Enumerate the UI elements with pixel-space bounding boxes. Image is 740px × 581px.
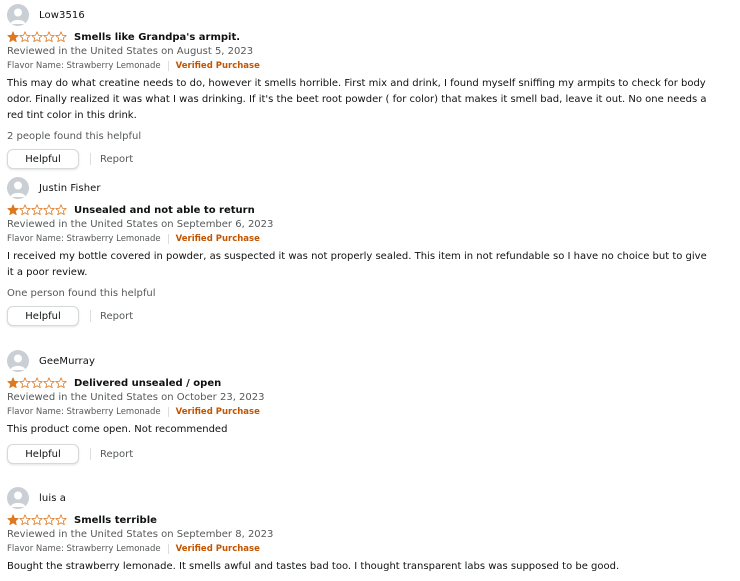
reviewer-profile[interactable]: luis a <box>7 487 736 509</box>
star-empty-icon <box>31 31 43 43</box>
flavor-name[interactable]: Flavor Name: Strawberry Lemonade <box>7 59 161 73</box>
star-empty-icon <box>31 204 43 216</box>
review-title[interactable]: Smells terrible <box>74 515 157 526</box>
star-empty-icon <box>19 31 31 43</box>
reviewer-profile[interactable]: Justin Fisher <box>7 177 736 199</box>
review-body: I received my bottle covered in powder, … <box>7 251 707 278</box>
review-date: Reviewed in the United States on Septemb… <box>7 529 274 540</box>
report-link[interactable]: Report <box>100 154 133 165</box>
review-title[interactable]: Smells like Grandpa's armpit. <box>74 32 240 43</box>
reviewer-profile[interactable]: GeeMurray <box>7 350 736 372</box>
review-body: This product come open. Not recommended <box>7 424 228 435</box>
star-empty-icon <box>19 204 31 216</box>
star-empty-icon <box>55 514 67 526</box>
divider <box>90 448 91 460</box>
reviewer-name[interactable]: Low3516 <box>39 10 85 21</box>
reviewer-name[interactable]: GeeMurray <box>39 356 95 367</box>
star-filled-icon <box>7 204 19 216</box>
divider <box>167 407 169 417</box>
star-rating[interactable] <box>7 31 67 43</box>
flavor-name[interactable]: Flavor Name: Strawberry Lemonade <box>7 405 161 419</box>
reviewer-name[interactable]: Justin Fisher <box>39 183 101 194</box>
review-item: GeeMurray Delivered unsealed / open Revi… <box>7 350 736 464</box>
star-filled-icon <box>7 514 19 526</box>
star-empty-icon <box>55 377 67 389</box>
review-title[interactable]: Delivered unsealed / open <box>74 378 221 389</box>
divider <box>167 61 169 71</box>
star-empty-icon <box>55 31 67 43</box>
review-body: Bought the strawberry lemonade. It smell… <box>7 561 620 572</box>
divider <box>90 153 91 165</box>
star-empty-icon <box>31 377 43 389</box>
helpful-count: One person found this helpful <box>7 288 156 299</box>
verified-purchase-badge: Verified Purchase <box>175 407 260 417</box>
helpful-button[interactable]: Helpful <box>7 306 79 326</box>
report-link[interactable]: Report <box>100 311 133 322</box>
verified-purchase-badge: Verified Purchase <box>175 234 260 244</box>
divider <box>167 234 169 244</box>
review-item: luis a Smells terrible Reviewed in the U… <box>7 487 736 575</box>
helpful-button[interactable]: Helpful <box>7 444 79 464</box>
review-item: Low3516 Smells like Grandpa's armpit. Re… <box>7 4 736 169</box>
review-title[interactable]: Unsealed and not able to return <box>74 205 255 216</box>
avatar[interactable] <box>7 350 29 372</box>
flavor-name[interactable]: Flavor Name: Strawberry Lemonade <box>7 542 161 556</box>
star-empty-icon <box>31 514 43 526</box>
divider <box>167 544 169 554</box>
helpful-button[interactable]: Helpful <box>7 149 79 169</box>
verified-purchase-badge: Verified Purchase <box>175 61 260 71</box>
star-empty-icon <box>43 31 55 43</box>
star-empty-icon <box>43 514 55 526</box>
divider <box>90 310 91 322</box>
avatar[interactable] <box>7 4 29 26</box>
star-filled-icon <box>7 377 19 389</box>
reviewer-name[interactable]: luis a <box>39 493 66 504</box>
review-date: Reviewed in the United States on October… <box>7 392 265 403</box>
star-empty-icon <box>19 377 31 389</box>
review-date: Reviewed in the United States on Septemb… <box>7 219 274 230</box>
avatar[interactable] <box>7 487 29 509</box>
report-link[interactable]: Report <box>100 449 133 460</box>
helpful-count: 2 people found this helpful <box>7 131 142 142</box>
review-item: Justin Fisher Unsealed and not able to r… <box>7 177 736 326</box>
star-filled-icon <box>7 31 19 43</box>
star-rating[interactable] <box>7 514 67 526</box>
review-body: This may do what creatine needs to do, h… <box>7 78 707 121</box>
flavor-name[interactable]: Flavor Name: Strawberry Lemonade <box>7 232 161 246</box>
star-empty-icon <box>43 204 55 216</box>
star-empty-icon <box>19 514 31 526</box>
star-rating[interactable] <box>7 377 67 389</box>
star-empty-icon <box>55 204 67 216</box>
star-empty-icon <box>43 377 55 389</box>
avatar[interactable] <box>7 177 29 199</box>
verified-purchase-badge: Verified Purchase <box>175 544 260 554</box>
reviewer-profile[interactable]: Low3516 <box>7 4 736 26</box>
review-date: Reviewed in the United States on August … <box>7 46 254 57</box>
star-rating[interactable] <box>7 204 67 216</box>
